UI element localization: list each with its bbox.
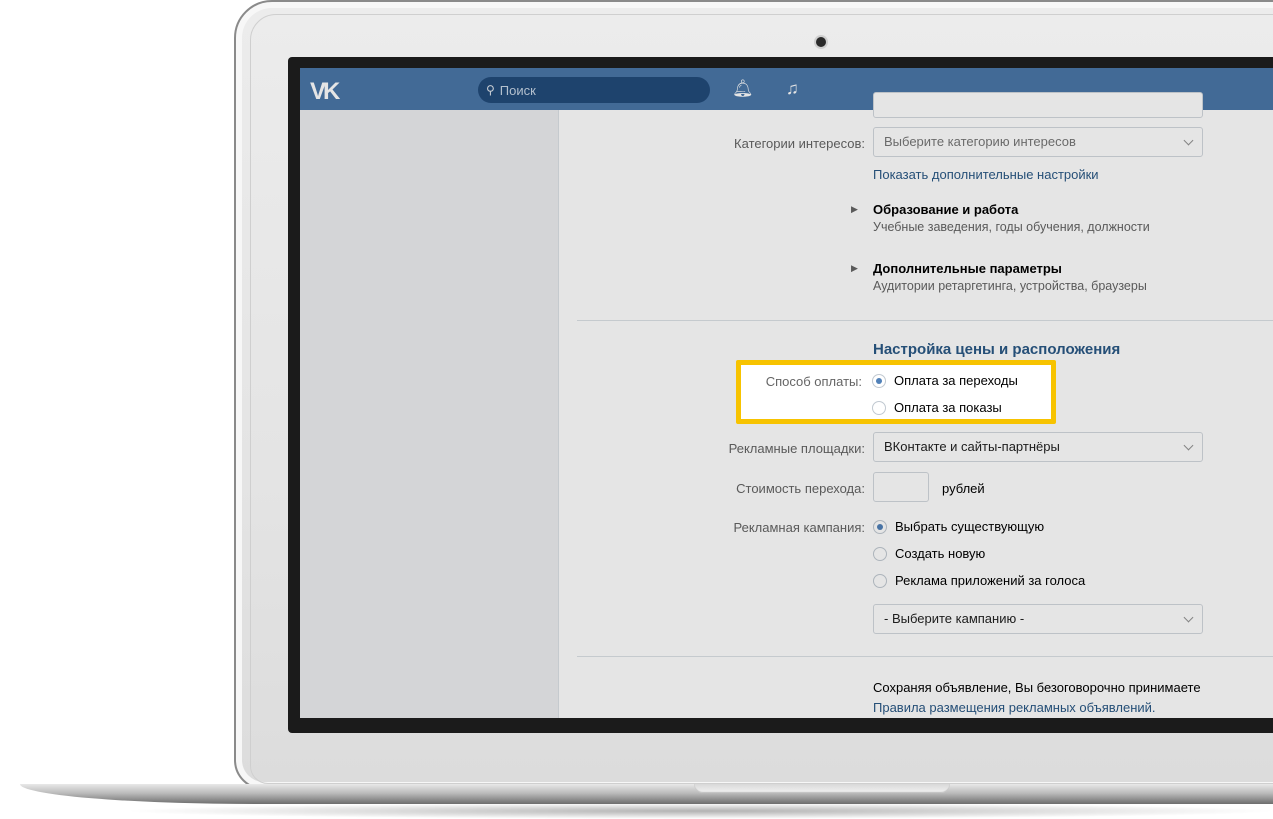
payment-option-label: Оплата за показы bbox=[894, 400, 1002, 415]
radio-checked-icon bbox=[872, 373, 886, 388]
radio-unchecked-icon bbox=[872, 400, 886, 415]
laptop-shadow bbox=[120, 803, 1273, 819]
laptop-base bbox=[20, 784, 1273, 804]
camera-icon bbox=[816, 37, 826, 47]
payment-option-clicks[interactable]: Оплата за переходы bbox=[872, 373, 1018, 388]
payment-method-label: Способ оплаты: bbox=[765, 374, 862, 389]
screen: VK ⚲ 🔔︎ ♫ Категории интересов: Выберите … bbox=[300, 68, 1273, 718]
payment-option-label: Оплата за переходы bbox=[894, 373, 1018, 388]
laptop-base-notch bbox=[694, 784, 950, 793]
highlight-layer: Способ оплаты: Оплата за переходы Оплата… bbox=[300, 68, 1273, 718]
payment-option-impressions[interactable]: Оплата за показы bbox=[872, 400, 1002, 415]
